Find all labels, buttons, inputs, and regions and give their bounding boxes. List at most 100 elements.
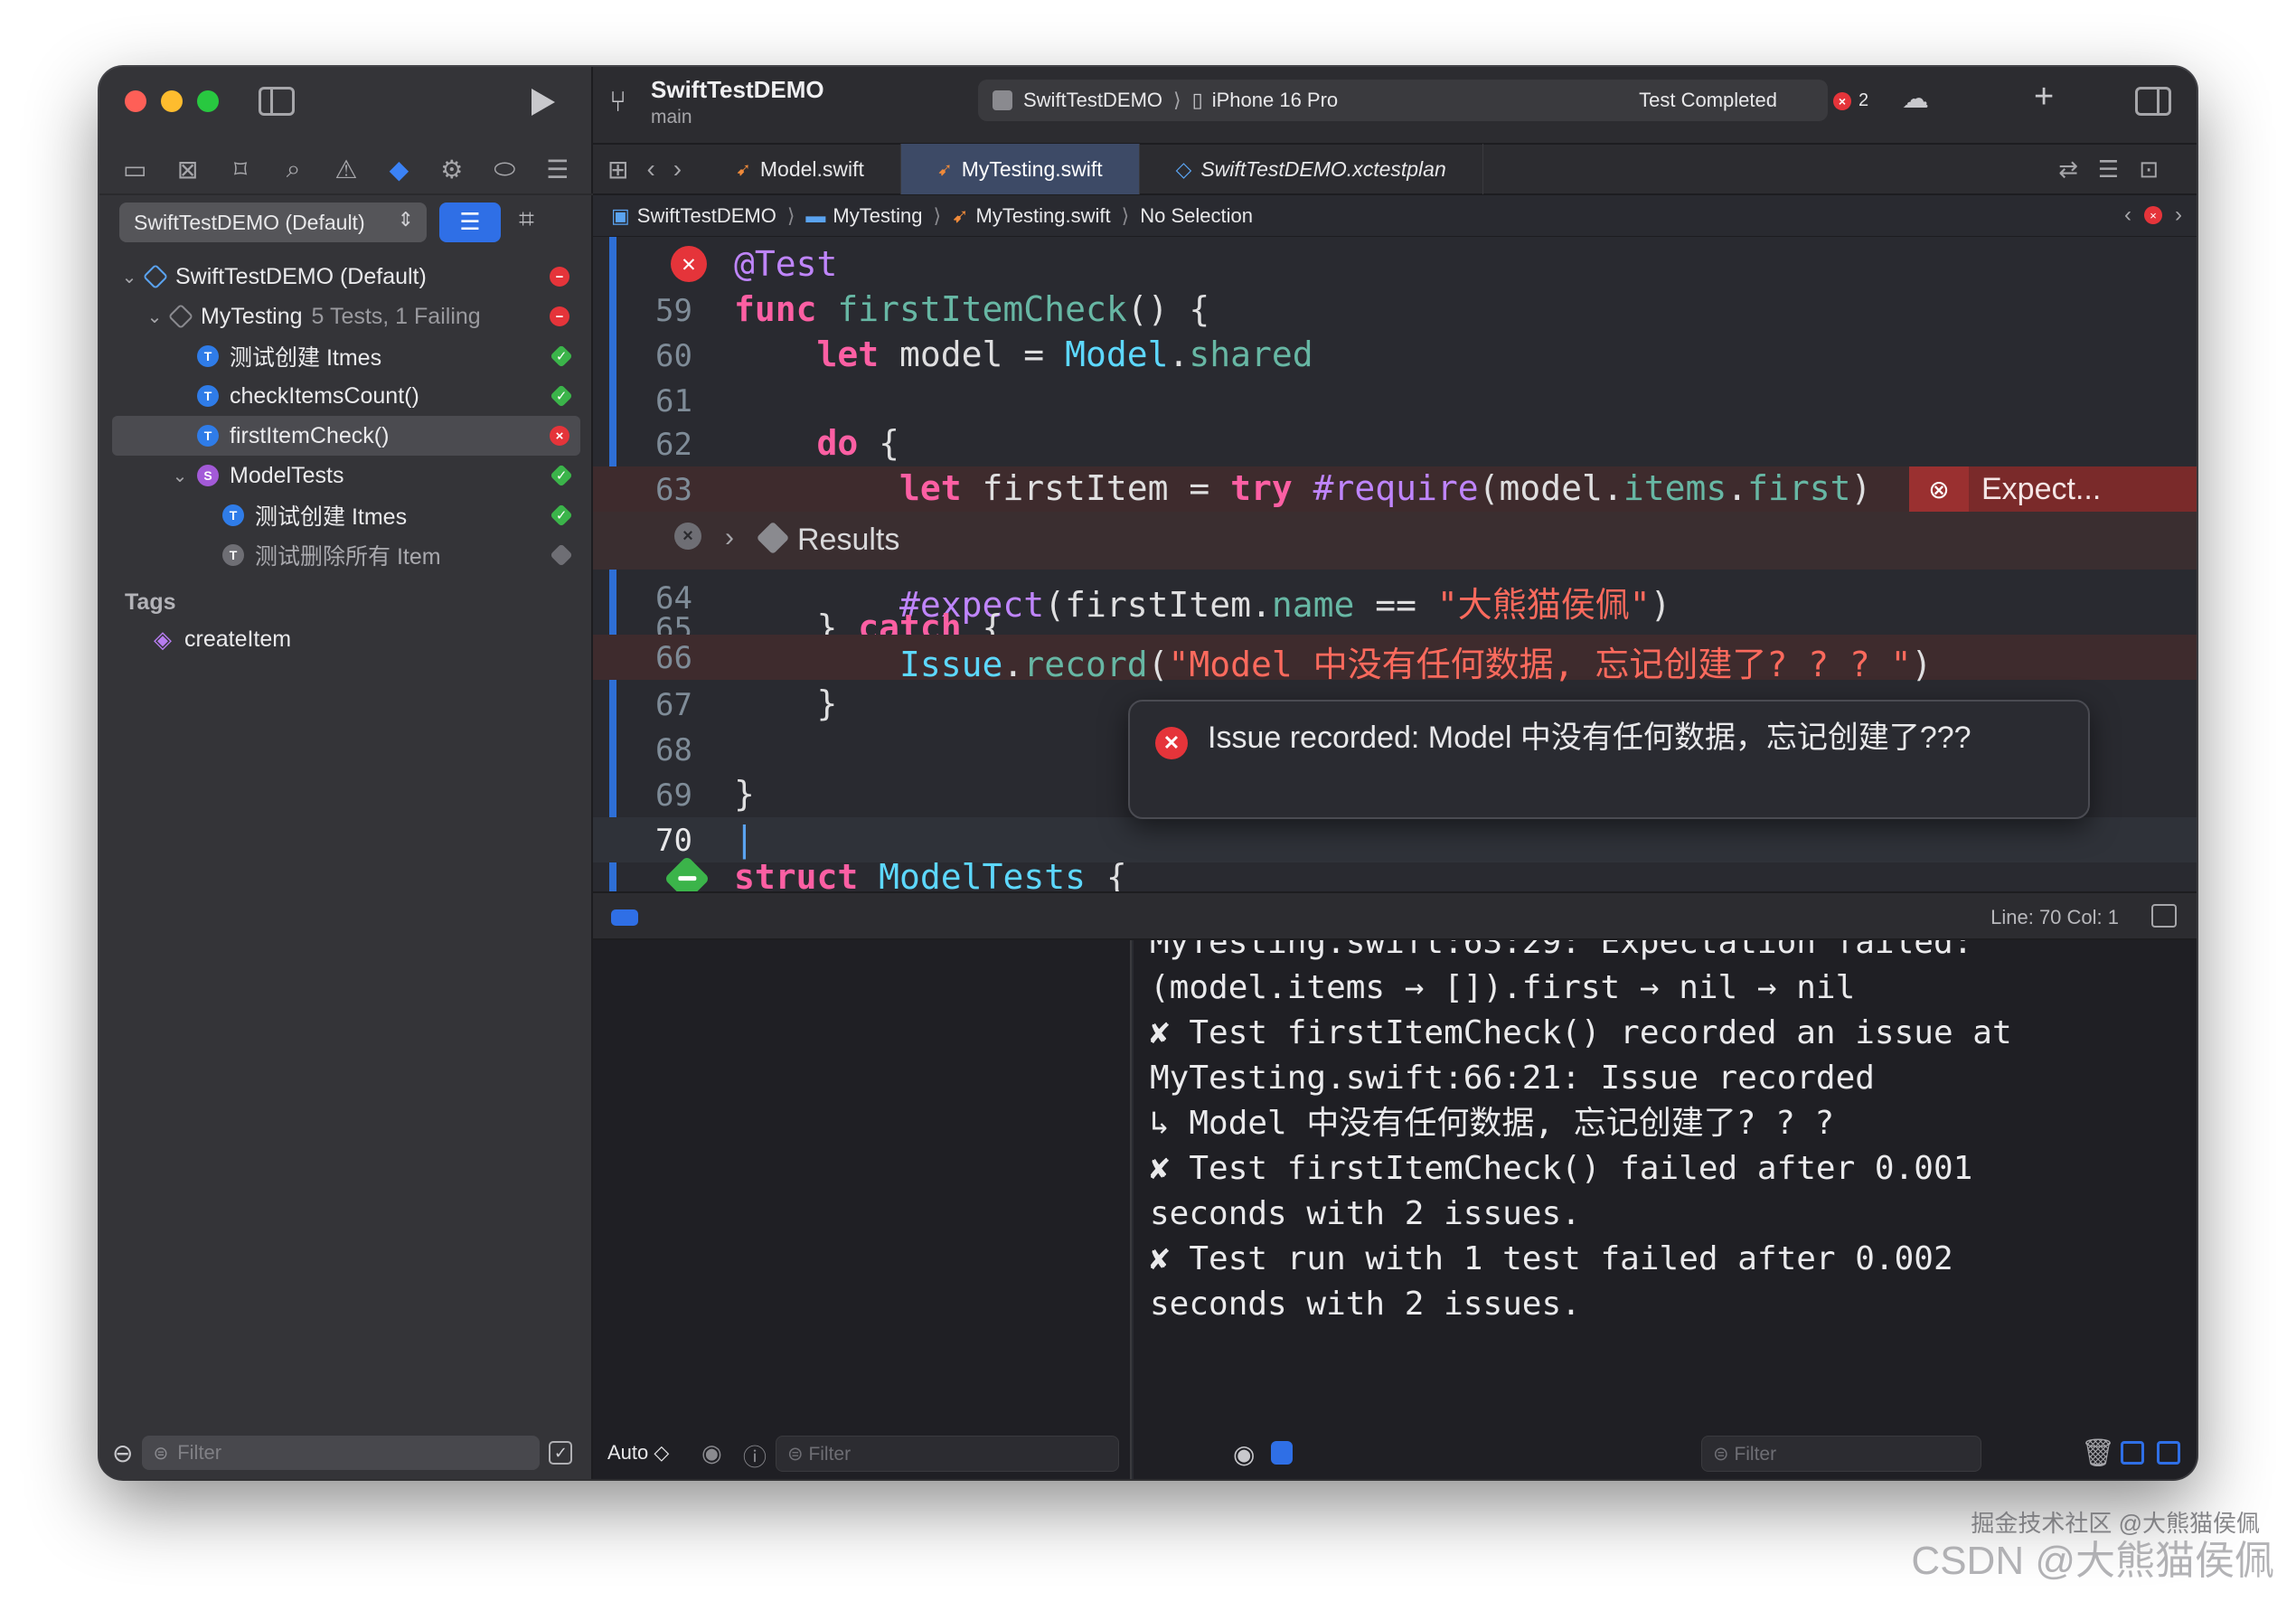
tab-mytesting-swift[interactable]: ➹ MyTesting.swift [900,144,1140,194]
bookmark-icon[interactable]: ⌑ [222,155,259,184]
tree-row-label: 测试删除所有 Item [255,544,441,570]
jump-bar-file[interactable]: MyTesting.swift [976,204,1111,228]
failed-only-checkbox[interactable]: ✓ [549,1441,573,1465]
tree-row-test-selected[interactable]: T firstItemCheck() × [112,416,580,456]
chevron-right-icon: ⟩ [1173,89,1181,111]
test-plan-select[interactable]: SwiftTestDEMO (Default) ⇕ [119,203,427,242]
info-icon[interactable]: ⓘ [743,1439,767,1473]
right-pane-toggle-icon[interactable] [2157,1441,2180,1465]
pass-status-icon: ✓ [550,344,573,368]
issue-popover: ✕ Issue recorded: Model 中没有任何数据，忘记创建了??? [1128,700,2090,819]
code-text: do { [816,423,900,463]
filter-placeholder: Filter [177,1441,222,1464]
clear-icon[interactable]: × [674,523,701,550]
plus-icon[interactable]: + [2034,78,2054,117]
test-plan-icon: ◇ [1175,156,1192,181]
eye-icon[interactable]: ◉ [701,1439,722,1467]
inline-error-banner[interactable]: ⊗ Expect... [1909,466,2197,512]
variables-scope-select[interactable]: Auto ◇ [607,1441,669,1465]
source-control-icon[interactable]: ⊠ [170,155,206,184]
cloud-icon[interactable]: ☁ [1902,83,1929,115]
tree-row-test[interactable]: T 测试删除所有 Item [99,535,593,575]
results-disclosure-row[interactable]: × › Results [593,512,2197,570]
report-icon[interactable]: ☰ [540,155,576,184]
sidebar-toggle-icon[interactable] [259,87,295,116]
error-diamond-icon: ⊗ [1909,466,1969,512]
activity-view[interactable]: SwiftTestDEMO ⟩ ▯ iPhone 16 Pro Test Com… [978,80,1828,121]
tree-row-mytesting[interactable]: ⌄ MyTesting 5 Tests, 1 Failing − [99,297,593,336]
chevron-right-icon[interactable]: › [664,155,700,184]
list-view-button[interactable]: ☰ [439,203,501,242]
chevron-right-icon[interactable]: › [2175,203,2182,228]
chevron-left-icon[interactable]: ‹ [637,155,663,184]
code-editor[interactable]: ✕ @Test 59 func firstItemCheck() { 60 le… [593,237,2197,891]
tree-row-test[interactable]: T 测试创建 Itmes ✓ [99,495,593,535]
chevron-down-icon[interactable]: ⌄ [145,306,165,328]
chevron-down-icon[interactable]: ⌄ [170,465,190,487]
line-number: 60 [655,338,692,374]
console-filter-input[interactable]: ⊜ Filter [1701,1436,1981,1472]
chevron-right-icon: ⟩ [786,203,795,227]
chevron-right-icon[interactable]: › [725,523,734,553]
test-pass-gutter-icon[interactable] [663,855,710,891]
tree-row-label: ModelTests [230,462,344,488]
run-button[interactable] [532,89,555,116]
tab-label: MyTesting.swift [961,156,1103,181]
tag-icon[interactable]: ⌗ [519,204,534,235]
test-suite-icon [167,303,194,330]
test-function-icon: T [197,345,219,367]
grid-icon[interactable]: ⊞ [593,155,637,184]
eye-icon[interactable]: ◉ [1233,1439,1255,1469]
chevron-down-icon[interactable]: ⌄ [119,266,139,288]
console-output-toggle[interactable] [1271,1441,1293,1465]
close-window-button[interactable] [125,90,146,112]
error-icon[interactable]: × [2144,206,2162,224]
variables-filter-input[interactable]: ⊜ Filter [776,1436,1119,1472]
code-line: 62 do { [593,421,2197,466]
breakpoint-icon[interactable]: ⬭ [486,155,522,184]
tab-model-swift[interactable]: ➹ Model.swift [700,144,901,194]
chevron-left-icon[interactable]: ‹ [2124,203,2131,228]
editor-options[interactable]: ⇄☰⊡ [2058,155,2178,184]
jump-bar-project[interactable]: SwiftTestDEMO [637,204,776,228]
tree-row-label: firstItemCheck() [230,422,390,448]
pass-status-icon: ✓ [550,464,573,487]
folder-icon[interactable]: ▭ [117,155,153,184]
more-options-icon[interactable]: ⊖ [112,1438,133,1468]
debug-icon[interactable]: ⚙ [434,155,470,184]
tree-row-sublabel: 5 Tests, 1 Failing [311,303,481,329]
sidebar-filter-input[interactable]: ⊜ Filter [142,1436,541,1470]
trash-icon[interactable]: 🗑 [2081,1437,2115,1469]
minimize-window-button[interactable] [161,90,183,112]
test-navigator-icon[interactable]: ◆ [381,155,417,184]
warning-icon[interactable]: ⚠ [328,155,364,184]
branch-name[interactable]: main [651,107,692,128]
line-column-indicator: Line: 70 Col: 1 [1990,906,2119,928]
test-function-icon: T [222,504,244,526]
run-destination[interactable]: iPhone 16 Pro [1212,89,1338,112]
code-text: } [734,774,755,814]
error-badge[interactable]: × 2 [1833,90,1868,111]
tree-row-test[interactable]: T checkItemsCount() ✓ [99,376,593,416]
test-fail-gutter-icon[interactable]: ✕ [671,246,707,282]
tag-item[interactable]: ◈ createItem [154,626,291,654]
error-count: 2 [1858,90,1869,110]
tree-row-test-plan[interactable]: ⌄ SwiftTestDEMO (Default) − [99,257,593,297]
inspector-toggle-icon[interactable] [2135,87,2171,116]
test-tree: ⌄ SwiftTestDEMO (Default) − ⌄ MyTesting … [99,257,593,575]
zoom-window-button[interactable] [197,90,219,112]
tree-row-test[interactable]: T 测试创建 Itmes ✓ [99,336,593,376]
editor-status-bar: Line: 70 Col: 1 [593,891,2197,940]
tree-row-modeltests[interactable]: ⌄ S ModelTests ✓ [99,456,593,495]
navigator-sidebar: ▭ ⊠ ⌑ ⌕ ⚠ ◆ ⚙ ⬭ ☰ SwiftTestDEMO (Default… [99,67,593,1479]
text-cursor: | [734,819,755,859]
jump-bar-selection[interactable]: No Selection [1140,204,1253,228]
search-icon[interactable]: ⌕ [276,155,312,184]
debug-area-toggle[interactable] [611,909,638,926]
left-pane-toggle-icon[interactable] [2121,1441,2144,1465]
code-text: let firstItem = try #require(model.items… [899,468,1872,508]
panel-toggle-icon[interactable] [2151,904,2177,928]
jump-bar-folder[interactable]: MyTesting [833,204,922,228]
tab-xctestplan[interactable]: ◇ SwiftTestDEMO.xctestplan [1140,144,1483,194]
scheme-target[interactable]: SwiftTestDEMO [1023,89,1162,112]
